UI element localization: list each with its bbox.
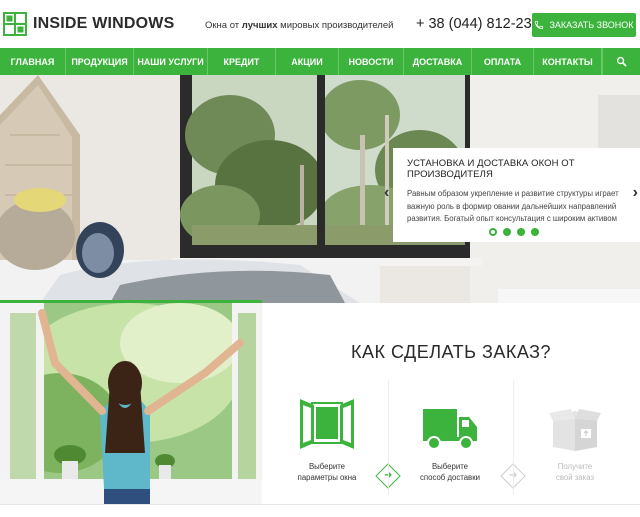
chevron-right-icon[interactable]: ›	[633, 184, 638, 202]
nav-item-contacts[interactable]: КОНТАКТЫ	[534, 48, 602, 75]
order-step-window[interactable]: Выберите параметры окна	[277, 395, 377, 483]
chevron-left-icon[interactable]: ‹	[384, 184, 389, 202]
step-label-line2: свой заказ	[555, 473, 595, 482]
truck-icon	[423, 409, 477, 450]
slider-dot[interactable]	[517, 228, 525, 236]
step-label-line1: Выберите	[308, 462, 346, 471]
logo-icon	[3, 12, 27, 36]
search-icon	[616, 56, 627, 67]
nav-item-home[interactable]: ГЛАВНАЯ	[0, 48, 66, 75]
search-button[interactable]	[602, 48, 640, 75]
divider	[513, 380, 514, 495]
slide-text: Равным образом укрепление и развитие стр…	[407, 189, 619, 223]
footer-strip	[0, 504, 640, 517]
logo[interactable]: INSIDE WINDOWS	[3, 12, 174, 36]
nav-item-promotions[interactable]: АКЦИИ	[276, 48, 339, 75]
slider-dot[interactable]	[489, 228, 497, 236]
step-label-line2: параметры окна	[297, 473, 357, 482]
nav-item-services[interactable]: НАШИ УСЛУГИ	[134, 48, 208, 75]
nav-item-payment[interactable]: ОПЛАТА	[472, 48, 534, 75]
site-header: INSIDE WINDOWS Окна от лучших мировых пр…	[0, 0, 640, 48]
slide-caption: ‹ › УСТАНОВКА И ДОСТАВКА ОКОН ОТ ПРОИЗВО…	[384, 148, 640, 242]
order-step-delivery[interactable]: Выберите способ доставки	[400, 395, 500, 483]
nav-item-credit[interactable]: КРЕДИТ	[208, 48, 276, 75]
nav-item-products[interactable]: ПРОДУКЦИЯ	[66, 48, 134, 75]
slide-title: УСТАНОВКА И ДОСТАВКА ОКОН ОТ ПРОИЗВОДИТЕ…	[407, 158, 575, 180]
step-label-line1: Получите	[557, 462, 593, 471]
step-label-line2: способ доставки	[420, 473, 480, 482]
slider-dots	[489, 228, 539, 236]
hero-slider: ‹ › УСТАНОВКА И ДОСТАВКА ОКОН ОТ ПРОИЗВО…	[0, 75, 640, 303]
nav-item-news[interactable]: НОВОСТИ	[339, 48, 404, 75]
woman-window-photo	[0, 300, 262, 504]
divider	[388, 380, 389, 495]
tagline: Окна от лучших мировых производителей	[205, 20, 394, 31]
window-icon	[300, 399, 354, 449]
logo-text: INSIDE WINDOWS	[33, 15, 175, 32]
how-to-order-section: КАК СДЕЛАТЬ ЗАКАЗ? Выберите параметры окн…	[262, 320, 640, 502]
box-icon	[549, 409, 601, 451]
section-title: КАК СДЕЛАТЬ ЗАКАЗ?	[350, 342, 552, 362]
main-nav: ГЛАВНАЯ ПРОДУКЦИЯ НАШИ УСЛУГИ КРЕДИТ АКЦ…	[0, 48, 640, 75]
phone-icon	[535, 20, 544, 30]
order-call-label: ЗАКАЗАТЬ ЗВОНОК	[549, 20, 634, 30]
order-call-button[interactable]: ЗАКАЗАТЬ ЗВОНОК	[532, 13, 636, 37]
slider-dot[interactable]	[503, 228, 511, 236]
nav-item-delivery[interactable]: ДОСТАВКА	[404, 48, 472, 75]
slider-dot[interactable]	[531, 228, 539, 236]
order-step-receive[interactable]: Получите свой заказ	[525, 395, 625, 483]
step-label-line1: Выберите	[431, 462, 469, 471]
